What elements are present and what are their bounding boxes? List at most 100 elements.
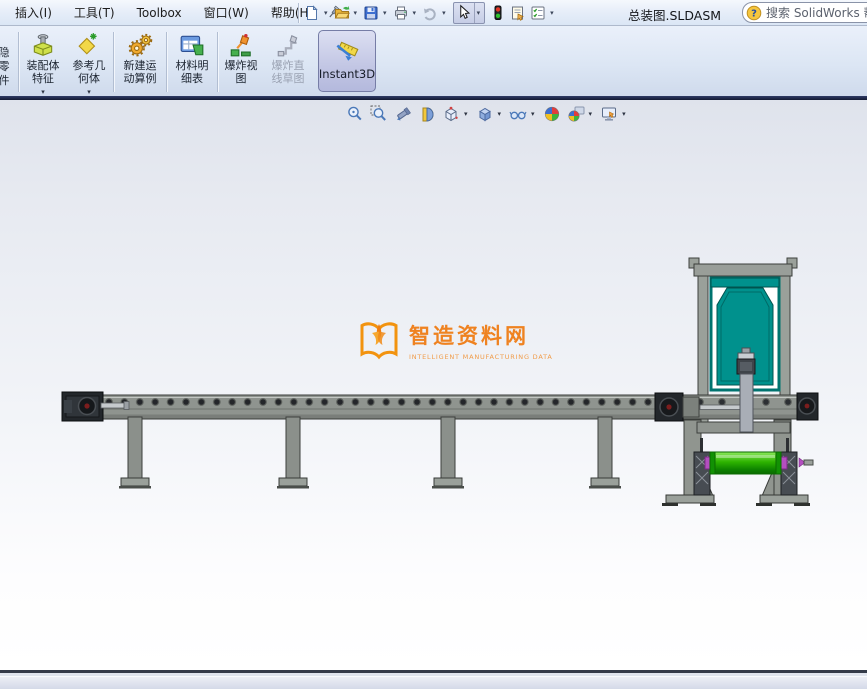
print-button[interactable] <box>391 2 411 24</box>
new-document-button[interactable] <box>302 2 322 24</box>
exploded-view-icon <box>230 34 251 57</box>
toolbar-separator <box>298 3 299 23</box>
open-dropdown-caret[interactable]: ▾ <box>354 9 358 17</box>
select-tool[interactable]: ▾ <box>452 2 486 24</box>
open-button[interactable] <box>332 2 352 24</box>
new-motion-study-button[interactable]: 新建运 动算例 <box>115 28 165 96</box>
support-leg-4[interactable] <box>589 416 621 489</box>
status-bar <box>0 676 867 689</box>
display-style-button[interactable] <box>474 103 496 125</box>
lift-column[interactable] <box>739 373 754 433</box>
properties-icon <box>512 6 524 21</box>
view-settings-caret[interactable]: ▾ <box>622 110 626 118</box>
hide-components-label: 隐 零 件 <box>0 46 10 87</box>
traffic-light-button[interactable] <box>488 2 508 24</box>
select-cursor-icon <box>459 4 470 19</box>
hide-components-button[interactable]: 隐 零 件 <box>0 28 17 96</box>
view-orientation-caret[interactable]: ▾ <box>464 110 468 118</box>
machine-base-plate-right[interactable] <box>759 494 809 504</box>
roller-assembly[interactable] <box>693 438 814 496</box>
machine-base-plate-left[interactable] <box>665 494 715 504</box>
end-bearing-block[interactable] <box>796 392 819 421</box>
assembly-features-icon <box>33 34 53 56</box>
search-box[interactable]: ? 搜索 SolidWorks 帮助 <box>742 2 867 23</box>
reference-geometry-button[interactable]: 参考几 何体 ▾ <box>66 28 112 96</box>
svg-text:?: ? <box>751 8 757 19</box>
roller-shaft[interactable] <box>798 457 814 468</box>
main-menu: 插入(I) 工具(T) Toolbox 窗口(W) 帮助(H) <box>4 0 344 26</box>
hide-show-caret[interactable]: ▾ <box>531 110 535 118</box>
hide-show-items-button[interactable] <box>507 103 529 125</box>
previous-view-button[interactable] <box>392 103 414 125</box>
ribbon-separator <box>166 32 167 92</box>
zoom-to-fit-button[interactable] <box>344 103 366 125</box>
menu-toolbox[interactable]: Toolbox <box>126 1 193 26</box>
graphics-viewport[interactable]: ▾ ▾ ▾ ▾ ▾ 智造资料网 INTELLIGENT MANUFACTURIN… <box>0 100 867 673</box>
instant3d-button[interactable]: Instant3D <box>318 30 376 92</box>
motion-study-icon <box>128 33 153 57</box>
view-settings-button[interactable] <box>598 103 620 125</box>
properties-button[interactable] <box>508 2 528 24</box>
save-dropdown-caret[interactable]: ▾ <box>383 9 387 17</box>
support-leg-1[interactable] <box>119 416 151 489</box>
instant3d-icon <box>336 41 359 61</box>
apply-scene-caret[interactable]: ▾ <box>589 110 593 118</box>
display-style-caret[interactable]: ▾ <box>498 110 502 118</box>
reference-geometry-caret[interactable]: ▾ <box>87 88 91 96</box>
select-dropdown-caret[interactable]: ▾ <box>477 9 481 17</box>
drive-roller[interactable] <box>704 451 788 475</box>
view-orientation-button[interactable] <box>440 103 462 125</box>
explode-line-sketch-icon <box>277 35 298 57</box>
zoom-to-area-icon <box>370 105 386 121</box>
traffic-light-icon <box>494 5 502 20</box>
options-button[interactable] <box>528 2 548 24</box>
watermark-logo-icon <box>360 322 398 360</box>
exploded-view-button[interactable]: 爆炸视 图 <box>219 28 263 96</box>
reference-geometry-icon <box>78 33 97 55</box>
view-orientation-icon <box>445 106 458 122</box>
search-placeholder: 搜索 SolidWorks 帮助 <box>766 6 867 20</box>
bolt-holes <box>104 395 656 409</box>
assembly-features-button[interactable]: 装配体 特征 ▾ <box>20 28 66 96</box>
printer-icon <box>394 6 407 20</box>
ribbon-separator <box>18 32 19 92</box>
print-dropdown-caret[interactable]: ▾ <box>413 9 417 17</box>
display-style-icon <box>478 107 491 122</box>
tail-bearing-block[interactable] <box>654 392 700 422</box>
tension-rod-right[interactable] <box>699 404 747 410</box>
watermark-title: 智造资料网 <box>409 323 529 348</box>
quick-access-toolbar: ▾ ▾ ▾ ▾ ▾ ▾ ▾ <box>295 0 558 26</box>
undo-dropdown-caret[interactable]: ▾ <box>442 9 446 17</box>
section-view-button[interactable] <box>416 103 438 125</box>
undo-icon <box>424 8 436 21</box>
new-document-icon <box>307 5 318 20</box>
menu-tools[interactable]: 工具(T) <box>63 1 126 26</box>
assembly-features-caret[interactable]: ▾ <box>41 88 45 96</box>
head-pulley-block[interactable] <box>61 391 104 422</box>
apply-scene-button[interactable] <box>565 103 587 125</box>
support-leg-2[interactable] <box>277 416 309 489</box>
explode-line-sketch-button: 爆炸直 线草图 <box>263 28 313 96</box>
solidworks-window: 插入(I) 工具(T) Toolbox 窗口(W) 帮助(H) ▾ ▾ ▾ ▾ … <box>0 0 867 689</box>
save-button[interactable] <box>361 2 381 24</box>
undo-button[interactable] <box>420 2 440 24</box>
menu-bar: 插入(I) 工具(T) Toolbox 窗口(W) 帮助(H) ▾ ▾ ▾ ▾ … <box>0 0 867 26</box>
watermark-subtitle: INTELLIGENT MANUFACTURING DATA <box>409 352 553 361</box>
menu-window[interactable]: 窗口(W) <box>193 1 260 26</box>
help-icon: ? <box>746 5 762 20</box>
tension-rod-left[interactable] <box>100 401 130 410</box>
ribbon-toolbar: 隐 零 件 装配体 特征 ▾ 参考几 何体 ▾ 新建运 动算例 材料明 细表 爆… <box>0 26 867 96</box>
zoom-to-area-button[interactable] <box>368 103 390 125</box>
bill-of-materials-button[interactable]: 材料明 细表 <box>168 28 216 96</box>
edit-appearance-button[interactable] <box>541 103 563 125</box>
document-title: 总装图.SLDASM <box>628 8 722 23</box>
support-leg-3[interactable] <box>432 416 464 489</box>
options-dropdown-caret[interactable]: ▾ <box>550 9 554 17</box>
view-settings-icon <box>602 107 617 121</box>
ribbon-separator <box>217 32 218 92</box>
menu-insert[interactable]: 插入(I) <box>4 1 63 26</box>
appearance-ball-icon <box>544 106 559 122</box>
new-dropdown-caret[interactable]: ▾ <box>324 9 328 17</box>
model-view[interactable] <box>0 100 867 673</box>
options-checklist-icon <box>531 6 545 20</box>
